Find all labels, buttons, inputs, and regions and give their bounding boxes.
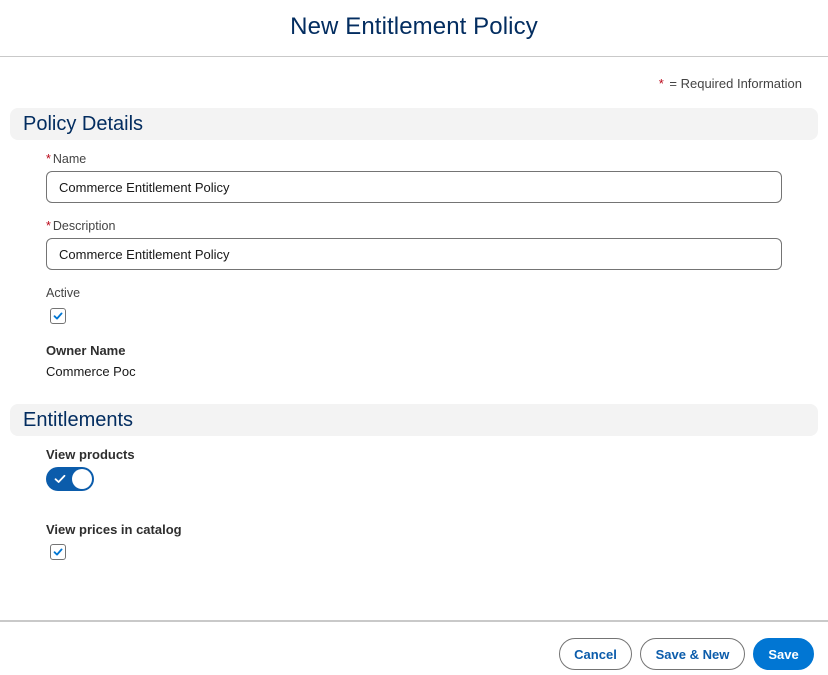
description-required-star: *	[46, 219, 51, 233]
active-label: Active	[46, 286, 81, 300]
cancel-button[interactable]: Cancel	[559, 638, 632, 670]
section-title-entitlements: Entitlements	[23, 408, 134, 431]
checkmark-icon	[53, 312, 63, 320]
section-header-policy-details[interactable]: Policy Details	[10, 108, 818, 140]
save-and-new-button[interactable]: Save & New	[640, 638, 745, 670]
modal-header: New Entitlement Policy	[0, 0, 828, 57]
description-input[interactable]	[46, 238, 782, 270]
owner-name-label: Owner Name	[46, 343, 126, 358]
modal-title: New Entitlement Policy	[290, 13, 538, 40]
name-label-text: Name	[52, 152, 87, 166]
owner-name-value: Commerce Poc	[46, 364, 136, 379]
name-required-star: *	[46, 152, 51, 166]
save-button[interactable]: Save	[753, 638, 814, 670]
view-prices-label: View prices in catalog	[46, 522, 182, 537]
toggle-knob	[72, 469, 92, 489]
name-field-label: * Name	[46, 152, 86, 166]
section-title-policy-details: Policy Details	[23, 112, 144, 135]
view-products-toggle[interactable]	[46, 467, 94, 491]
section-header-entitlements[interactable]: Entitlements	[10, 404, 818, 436]
description-field-label: * Description	[46, 219, 115, 233]
required-information-text: = Required Information	[669, 76, 802, 91]
toggle-checkmark-icon	[54, 474, 66, 483]
checkmark-icon	[53, 548, 63, 556]
active-checkbox[interactable]	[50, 308, 66, 324]
view-products-label: View products	[46, 447, 135, 462]
name-input[interactable]	[46, 171, 782, 203]
view-prices-checkbox[interactable]	[50, 544, 66, 560]
description-label-text: Description	[52, 219, 116, 233]
required-star: *	[658, 76, 664, 91]
required-information-note: * = Required Information	[659, 76, 802, 91]
